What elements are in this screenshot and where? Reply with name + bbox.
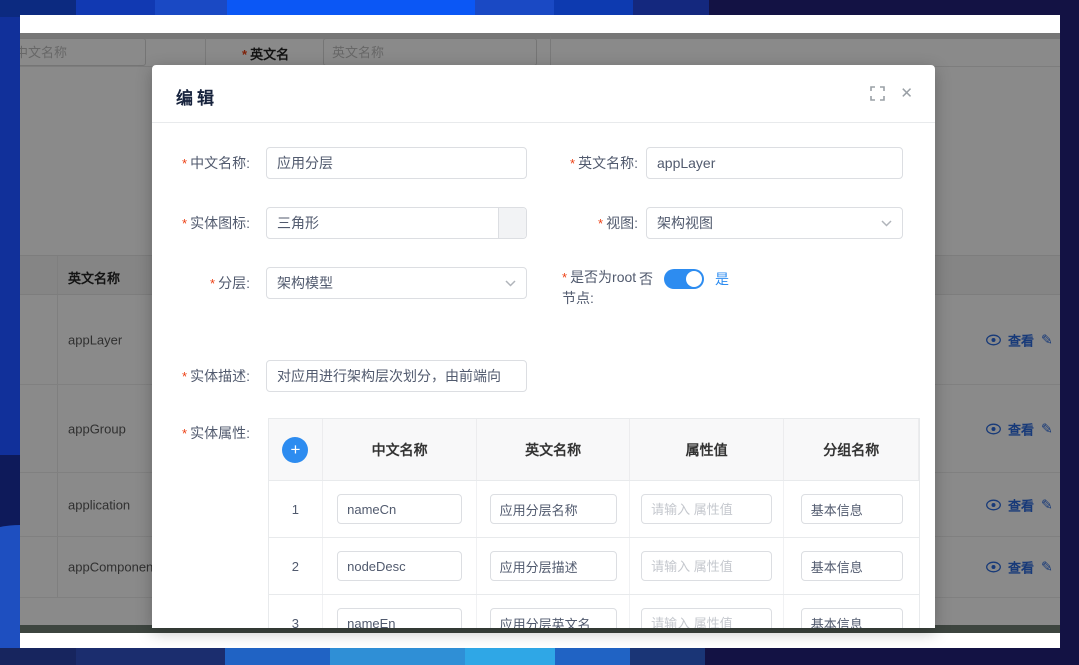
row-number: 1 (292, 502, 299, 517)
attribute-row: 2 (269, 538, 919, 595)
cn-name-field[interactable] (266, 147, 527, 179)
attr-value-input[interactable] (641, 494, 772, 524)
row-number: 3 (292, 616, 299, 629)
attr-group-input[interactable] (801, 551, 903, 581)
entity-icon-field[interactable]: 三角形 (266, 207, 527, 239)
entity-attrs-label: *实体属性: (160, 423, 250, 444)
window-top-chrome (20, 15, 1060, 33)
required-asterisk: * (210, 276, 215, 291)
attribute-table-header: + 中文名称 英文名称 属性值 分组名称 (269, 419, 919, 481)
layer-select[interactable]: 架构模型 (266, 267, 527, 299)
icon-picker-addon[interactable] (498, 208, 526, 238)
attr-cn-input[interactable] (337, 551, 462, 581)
attribute-table: + 中文名称 英文名称 属性值 分组名称 1 2 3 (268, 418, 920, 628)
required-asterisk: * (570, 156, 575, 171)
attr-value-input[interactable] (641, 608, 772, 628)
required-asterisk: * (182, 426, 187, 441)
window-bottom-chrome (20, 633, 1060, 648)
entity-desc-field[interactable] (266, 360, 527, 392)
is-root-label: *是否为root节点: (562, 267, 638, 308)
en-name-label: *英文名称: (548, 153, 638, 174)
required-asterisk: * (598, 216, 603, 231)
entity-icon-label: *实体图标: (160, 213, 250, 234)
attr-cn-input[interactable] (337, 494, 462, 524)
entity-desc-label: *实体描述: (160, 366, 250, 387)
attribute-row: 3 (269, 595, 919, 628)
required-asterisk: * (562, 270, 567, 285)
switch-on-label: 是 (715, 269, 729, 289)
dialog-title: 编辑 (176, 84, 218, 109)
required-asterisk: * (182, 156, 187, 171)
chevron-down-icon (881, 220, 892, 227)
row-number: 2 (292, 559, 299, 574)
fullscreen-icon[interactable] (870, 86, 885, 101)
dialog-header: 编辑 ✕ (152, 65, 935, 123)
is-root-toggle[interactable] (664, 269, 704, 289)
column-header-en: 英文名称 (477, 419, 630, 480)
view-label: *视图: (548, 213, 638, 234)
attr-cn-input[interactable] (337, 608, 462, 628)
add-row-button[interactable]: + (282, 437, 308, 463)
column-header-cn: 中文名称 (323, 419, 478, 480)
attr-en-input[interactable] (490, 551, 617, 581)
attr-group-input[interactable] (801, 494, 903, 524)
cn-name-label: *中文名称: (160, 153, 250, 174)
required-asterisk: * (182, 216, 187, 231)
is-root-switch-group: 否 是 (639, 269, 729, 289)
view-select[interactable]: 架构视图 (646, 207, 903, 239)
layer-label: *分层: (160, 273, 250, 294)
attr-en-input[interactable] (490, 608, 617, 628)
edit-dialog: 编辑 ✕ *中文名称: *英文名称: *实体图标: 三角形 *视图: 架构视图 … (152, 65, 935, 628)
attr-group-input[interactable] (801, 608, 903, 628)
attr-value-input[interactable] (641, 551, 772, 581)
en-name-field[interactable] (646, 147, 903, 179)
required-asterisk: * (182, 369, 187, 384)
chevron-down-icon (505, 280, 516, 287)
attr-en-input[interactable] (490, 494, 617, 524)
attribute-row: 1 (269, 481, 919, 538)
wallpaper-bottom-strip (0, 648, 1079, 665)
column-header-value: 属性值 (630, 419, 785, 480)
switch-off-label: 否 (639, 269, 653, 289)
column-header-group: 分组名称 (784, 419, 919, 480)
close-icon[interactable]: ✕ (900, 86, 913, 101)
